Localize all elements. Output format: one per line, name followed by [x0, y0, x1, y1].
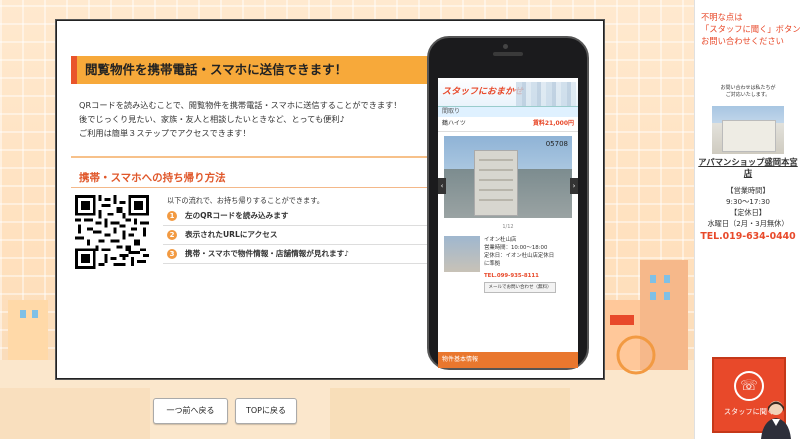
screen-header: スタッフにおまかせ — [438, 78, 578, 106]
step-number: 1 — [167, 211, 177, 221]
shop-line: 営業時間：10:00〜18:00 — [484, 245, 548, 251]
intro-line: QRコードを読み込むことで、閲覧物件を携帯電話・スマホに送信することができます！ — [79, 100, 402, 110]
shop-name-link[interactable]: アパマンショップ盛岡本宮店 — [697, 157, 799, 179]
section-title: 携帯・スマホへの持ち帰り方法 — [79, 172, 226, 184]
back-button[interactable]: 一つ前へ戻る — [153, 398, 228, 424]
hours-value: 9:30〜17:30 — [725, 197, 771, 206]
intro-line: 後でじっくり見たい、家族・友人と相談したいときなど、とっても便利♪ — [79, 114, 345, 124]
intro-text: QRコードを読み込むことで、閲覧物件を携帯電話・スマホに送信することができます！… — [79, 98, 401, 140]
shop-info: イオン杜山店 営業時間：10:00〜18:00 定休日：イオン杜山店定休日 に準… — [444, 236, 572, 296]
shop-tel: TEL.099-935-8111 — [484, 273, 539, 279]
steps-intro: 以下の流れで、お持ち帰りすることができます。 — [167, 196, 324, 205]
shop-building-photo — [712, 106, 784, 154]
photo-code: 05708 — [545, 140, 568, 148]
building-image — [474, 150, 518, 216]
property-name: 鶴ハイツ — [442, 120, 466, 127]
step-label: 携帯・スマホで物件情報・店舗情報が見れます♪ — [185, 249, 350, 258]
logo: スタッフにおまかせ — [442, 87, 524, 97]
shop-line: に準拠 — [484, 261, 501, 267]
step-1: 1 左のQRコードを読み込みます — [163, 207, 431, 226]
step-label: 左のQRコードを読み込みます — [185, 211, 289, 220]
shop-text: イオン杜山店 営業時間：10:00〜18:00 定休日：イオン杜山店定休日 に準… — [484, 236, 554, 268]
step-2: 2 表示されたURLにアクセス — [163, 226, 431, 245]
divider — [71, 187, 431, 188]
shop-line: 定休日：イオン杜山店定休日 — [484, 253, 555, 259]
staff-side-panel: 不明な点は 「スタッフに聞く」ボタンで お問い合わせください お問い合わせは私た… — [694, 0, 800, 439]
notice-text: 不明な点は 「スタッフに聞く」ボタンで お問い合わせください — [701, 11, 800, 47]
step-number: 2 — [167, 230, 177, 240]
photo-caption: お問い合わせは私たちが ご対応いたします。 — [713, 85, 783, 99]
city-banner — [516, 82, 576, 106]
notice-line: お問い合わせください — [701, 36, 784, 46]
next-arrow-icon: › — [570, 178, 578, 194]
mail-button: メールでお問い合わせ（無料） — [484, 282, 556, 293]
caption-line: ご対応いたします。 — [725, 92, 771, 98]
intro-line: ご利用は簡単３ステップでアクセスできます！ — [79, 128, 251, 138]
phone-icon: ☏ — [734, 371, 764, 401]
speaker-grille — [493, 52, 523, 56]
qr-code-image — [75, 195, 149, 269]
step-number: 3 — [167, 249, 177, 259]
notice-line: 「スタッフに聞く」ボタンで — [701, 24, 800, 34]
prev-arrow-icon: ‹ — [438, 178, 446, 194]
qr-code — [75, 195, 149, 269]
caption-line: お問い合わせは私たちが — [720, 85, 776, 91]
property-photo: 05708 — [444, 136, 572, 218]
step-3: 3 携帯・スマホで物件情報・店舗情報が見れます♪ — [163, 245, 431, 264]
top-button[interactable]: TOPに戻る — [235, 398, 297, 424]
holiday-value: 水曜日（2月・3月無休） — [707, 219, 789, 228]
shop-photo — [444, 236, 480, 272]
phone-screen: スタッフにおまかせ 間取り 鶴ハイツ 賃料21,000円 05708 ‹ › 1… — [438, 78, 578, 368]
breadcrumb: 間取り — [438, 106, 578, 117]
notice-line: 不明な点は — [701, 12, 743, 22]
shop-hours: 【営業時間】 9:30〜17:30 【定休日】 水曜日（2月・3月無休） — [697, 185, 799, 229]
holiday-title: 【定休日】 — [730, 208, 766, 217]
photo-counter: 1/12 — [502, 224, 514, 230]
smartphone-mockup: スタッフにおまかせ 間取り 鶴ハイツ 賃料21,000円 05708 ‹ › 1… — [427, 36, 589, 370]
qr-send-modal: 閲覧物件を携帯電話・スマホに送信できます！ QRコードを読み込むことで、閲覧物件… — [56, 20, 604, 379]
camera-icon — [503, 44, 508, 49]
operator-avatar — [761, 401, 791, 439]
shop-line: イオン杜山店 — [484, 237, 517, 243]
divider — [71, 156, 431, 158]
rent-price: 賃料21,000円 — [532, 120, 574, 127]
step-label: 表示されたURLにアクセス — [185, 230, 278, 239]
modal-title: 閲覧物件を携帯電話・スマホに送信できます！ — [71, 56, 441, 84]
hours-title: 【営業時間】 — [726, 186, 770, 195]
shop-tel: TEL.019-634-0440 — [700, 231, 796, 242]
property-header: 鶴ハイツ 賃料21,000円 — [438, 117, 578, 132]
screen-footer: 物件基本情報 — [438, 352, 578, 368]
